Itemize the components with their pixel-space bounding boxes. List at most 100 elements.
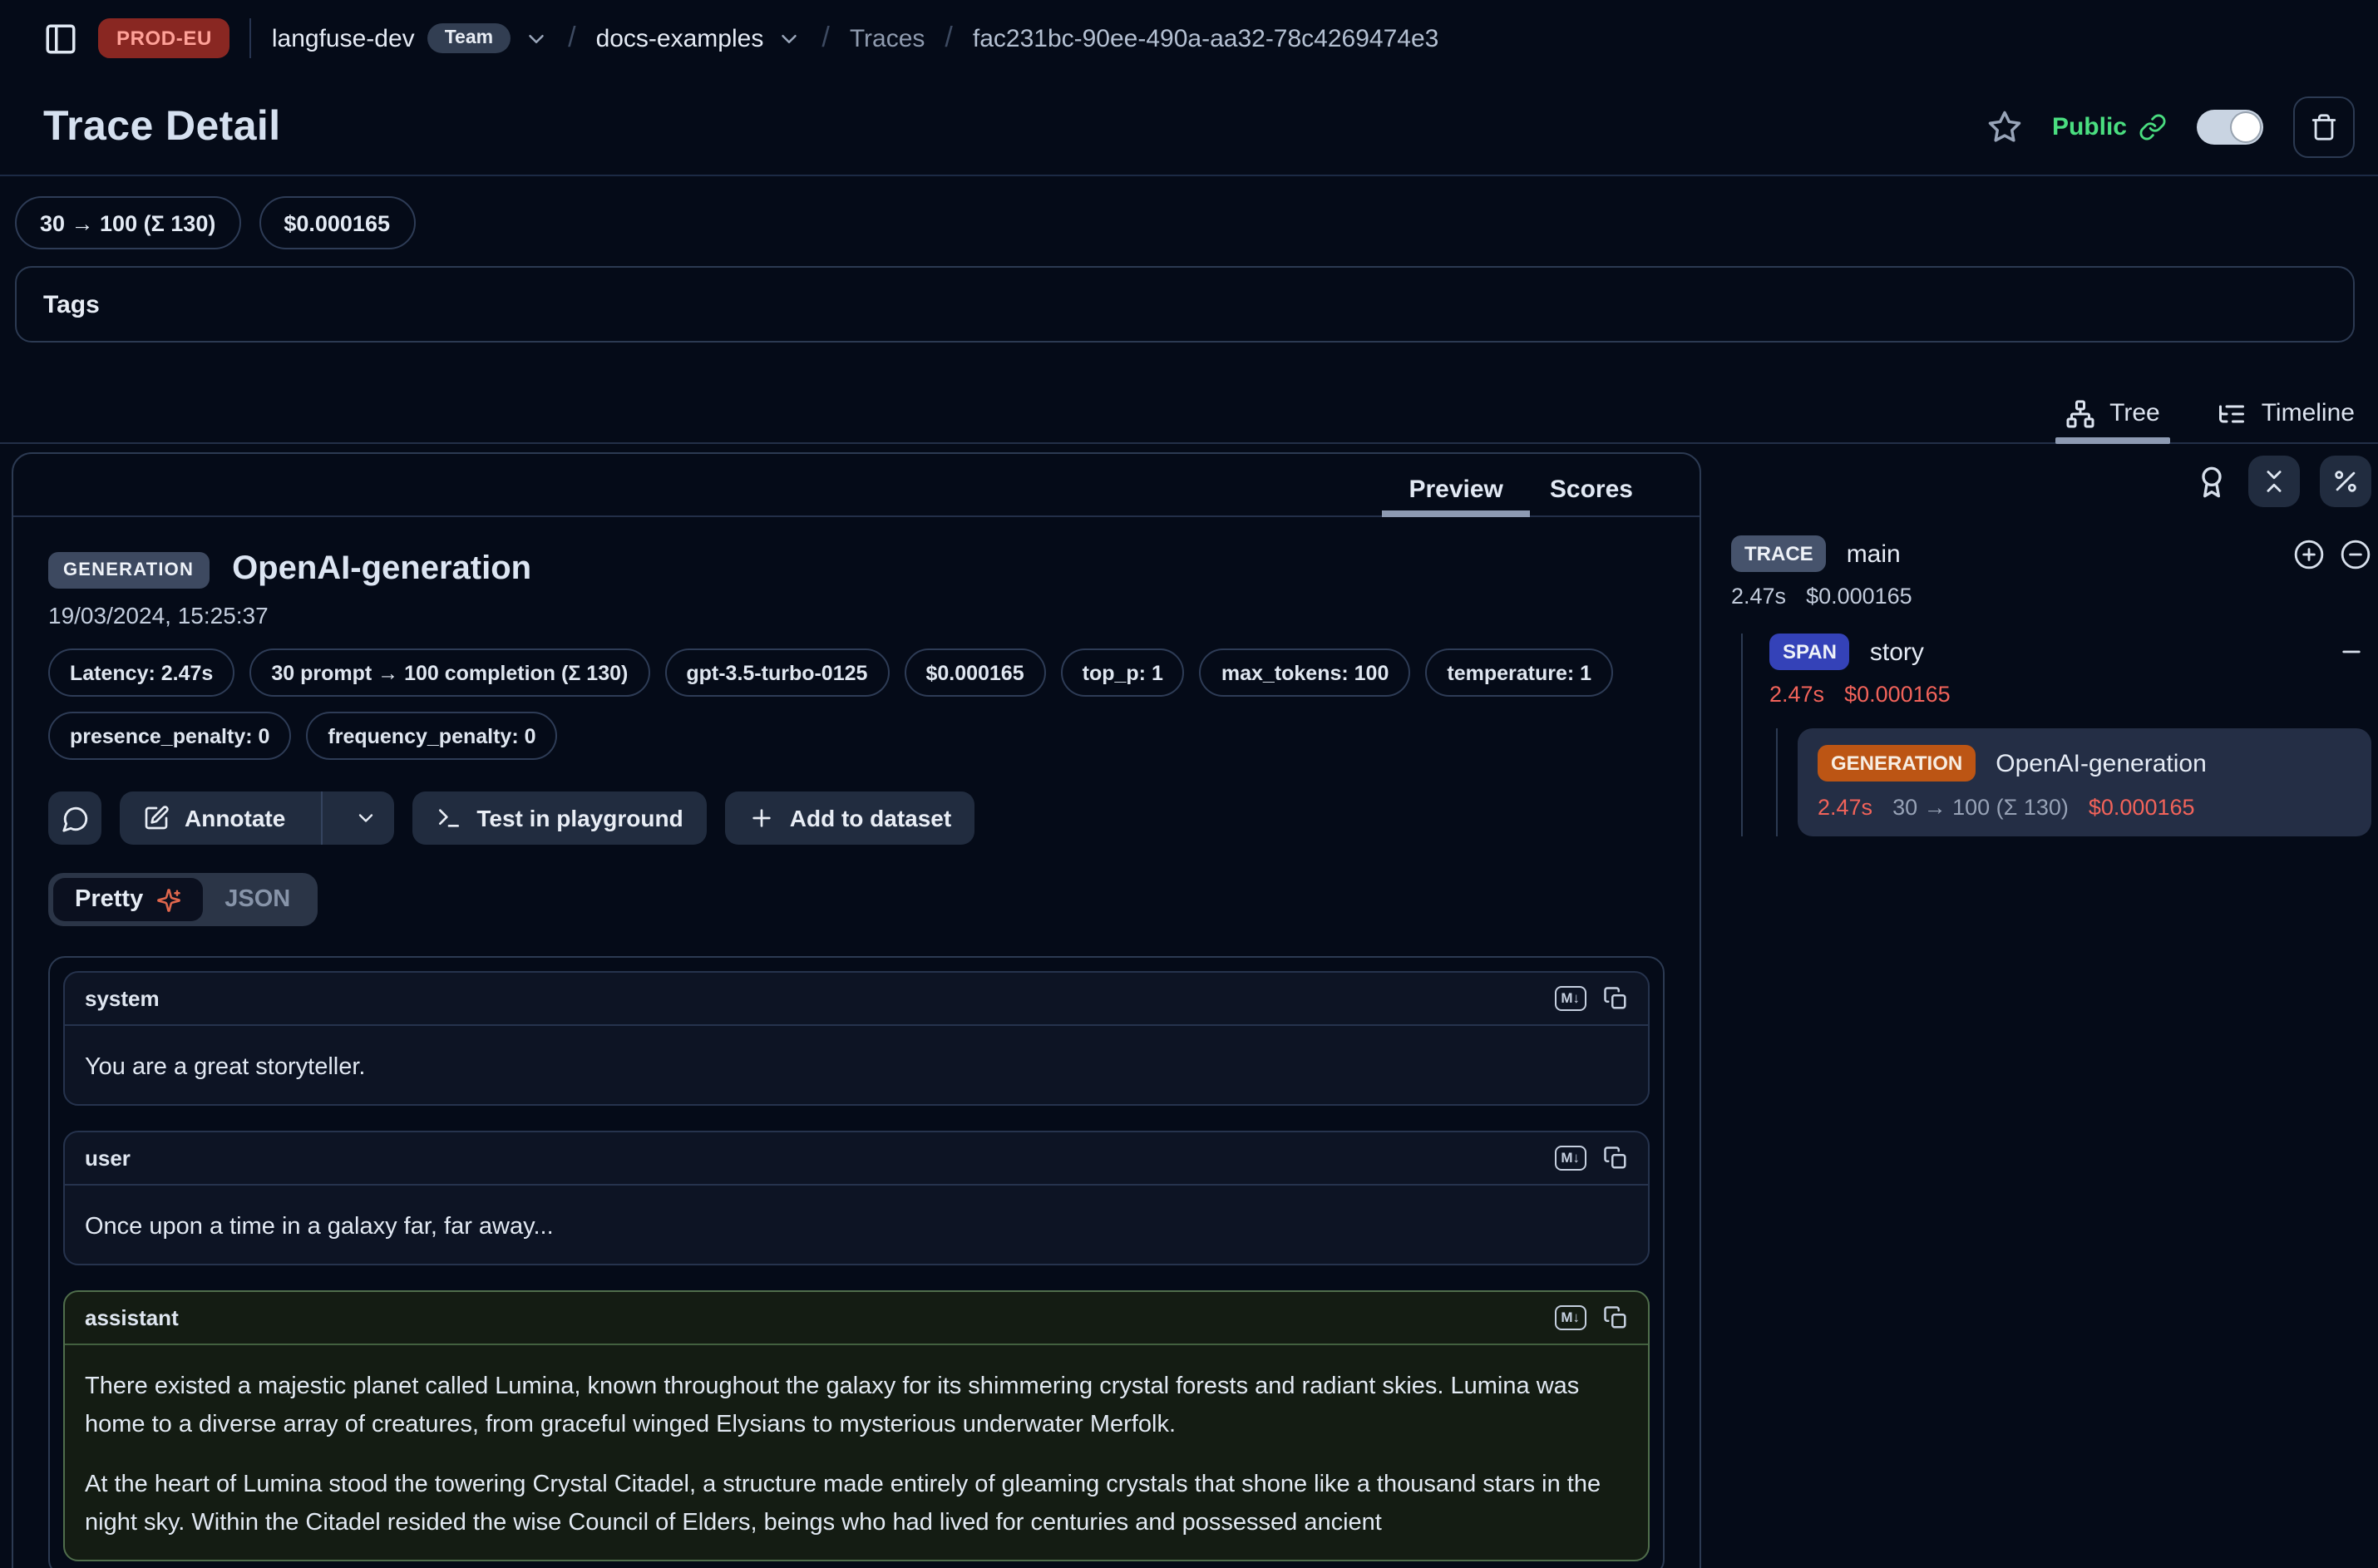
comment-icon xyxy=(61,804,89,832)
tab-scores[interactable]: Scores xyxy=(1550,464,1633,515)
page-title: Trace Detail xyxy=(43,102,281,150)
tab-timeline-label: Timeline xyxy=(2262,399,2355,427)
format-toggle: Pretty JSON xyxy=(48,873,317,926)
observation-type-badge: GENERATION xyxy=(48,551,209,588)
generation-type-badge: GENERATION xyxy=(1818,745,1976,782)
span-name: story xyxy=(1870,638,1924,666)
breadcrumb-separator: / xyxy=(568,22,575,55)
span-cost: $0.000165 xyxy=(1844,682,1951,707)
collapse-all-button[interactable] xyxy=(2248,456,2300,507)
model-badge: gpt-3.5-turbo-0125 xyxy=(664,648,889,697)
message-content-paragraph: There existed a majestic planet called L… xyxy=(85,1368,1628,1446)
tree-node-trace[interactable]: TRACE main xyxy=(1731,535,2371,572)
star-bookmark-button[interactable] xyxy=(1987,109,2022,144)
expand-all-icon[interactable] xyxy=(2293,538,2325,570)
observation-panel: Preview Scores GENERATION OpenAI-generat… xyxy=(12,452,1701,1568)
breadcrumb-divider xyxy=(250,18,252,58)
trace-detail-page: PROD-EU langfuse-dev Team / docs-example… xyxy=(0,0,2378,1568)
action-buttons: Annotate Test in playground Add to data xyxy=(48,791,1665,845)
generation-latency: 2.47s xyxy=(1818,795,1872,820)
trace-cost: $0.000165 xyxy=(1806,584,1912,609)
markdown-toggle-icon[interactable]: M↓ xyxy=(1554,1146,1586,1170)
breadcrumb: PROD-EU langfuse-dev Team / docs-example… xyxy=(0,0,2378,76)
show-percentages-button[interactable] xyxy=(2320,456,2371,507)
message-content: Once upon a time in a galaxy far, far aw… xyxy=(65,1186,1648,1265)
org-name: langfuse-dev xyxy=(272,24,415,52)
message-content-paragraph: At the heart of Lumina stood the towerin… xyxy=(85,1467,1628,1545)
timeline-list-icon xyxy=(2217,398,2247,428)
trace-tree-panel: TRACE main 2.47s $0.000165 SPAN xyxy=(1701,452,2378,1568)
observation-badges-row1: Latency: 2.47s 30 prompt → 100 completio… xyxy=(48,648,1665,697)
markdown-toggle-icon[interactable]: M↓ xyxy=(1554,987,1586,1011)
observation-title: OpenAI-generation xyxy=(232,550,531,589)
format-pretty-option[interactable]: Pretty xyxy=(53,878,203,921)
public-share-link[interactable]: Public xyxy=(2052,112,2167,141)
message-system: system M↓ You are a great storyteller. xyxy=(63,971,1650,1106)
markdown-toggle-icon[interactable]: M↓ xyxy=(1554,1305,1586,1329)
public-toggle[interactable] xyxy=(2197,109,2263,144)
content-area: Preview Scores GENERATION OpenAI-generat… xyxy=(0,452,2378,1568)
org-selector[interactable]: langfuse-dev Team xyxy=(272,23,548,53)
message-role-label: system xyxy=(85,986,160,1011)
comment-button[interactable] xyxy=(48,791,101,845)
tab-tree[interactable]: Tree xyxy=(2061,384,2163,442)
span-metrics: 2.47s $0.000165 xyxy=(1769,682,2371,707)
tags-container[interactable]: Tags xyxy=(15,266,2355,343)
frequency-penalty-badge: frequency_penalty: 0 xyxy=(306,712,557,760)
copy-icon[interactable] xyxy=(1603,1146,1628,1171)
annotate-dropdown-toggle[interactable] xyxy=(337,791,393,845)
view-tabs: Tree Timeline xyxy=(0,384,2378,444)
max-tokens-badge: max_tokens: 100 xyxy=(1200,648,1411,697)
page-header: Trace Detail Public xyxy=(0,76,2378,166)
link-icon xyxy=(2139,112,2167,141)
observation-detail: GENERATION OpenAI-generation 19/03/2024,… xyxy=(13,517,1700,1568)
test-in-playground-button[interactable]: Test in playground xyxy=(412,791,706,845)
add-to-dataset-button[interactable]: Add to dataset xyxy=(725,791,974,845)
project-selector[interactable]: docs-examples xyxy=(596,24,802,52)
observation-timestamp: 19/03/2024, 15:25:37 xyxy=(48,602,1665,629)
tab-preview[interactable]: Preview xyxy=(1409,464,1502,515)
message-role-label: assistant xyxy=(85,1305,179,1330)
observation-badges-row2: presence_penalty: 0 frequency_penalty: 0 xyxy=(48,712,1665,760)
copy-icon[interactable] xyxy=(1603,986,1628,1011)
span-latency: 2.47s xyxy=(1769,682,1824,707)
tab-timeline[interactable]: Timeline xyxy=(2213,384,2358,442)
tags-label: Tags xyxy=(43,290,100,318)
toggle-knob xyxy=(2232,112,2260,141)
sidebar-toggle-icon[interactable] xyxy=(43,21,78,56)
panel-tabs: Preview Scores xyxy=(13,454,1700,517)
percent-icon xyxy=(2331,467,2360,496)
minus-collapse-icon[interactable] xyxy=(2338,639,2371,665)
terminal-icon xyxy=(435,805,461,831)
edit-pen-icon xyxy=(143,805,170,831)
collapse-node-icon[interactable] xyxy=(2340,538,2371,570)
breadcrumb-separator: / xyxy=(821,22,829,55)
annotate-button[interactable]: Annotate xyxy=(120,791,393,845)
cost-badge: $0.000165 xyxy=(259,196,415,249)
add-to-dataset-label: Add to dataset xyxy=(790,805,951,831)
trace-name: main xyxy=(1847,540,1901,568)
sparkles-icon xyxy=(156,887,181,912)
breadcrumb-traces-link[interactable]: Traces xyxy=(850,24,925,52)
pretty-label: Pretty xyxy=(75,886,143,913)
award-scores-icon[interactable] xyxy=(2195,465,2228,498)
generation-tokens: 30 → 100 (Σ 130) xyxy=(1892,795,2069,820)
project-name: docs-examples xyxy=(596,24,764,52)
token-usage-badge: 30 → 100 (Σ 130) xyxy=(15,196,240,249)
message-user: user M↓ Once upon a time in a galaxy far… xyxy=(63,1131,1650,1265)
tree-node-generation-selected[interactable]: GENERATION OpenAI-generation 2.47s 30 → … xyxy=(1798,728,2371,836)
tree-node-span[interactable]: SPAN story xyxy=(1769,634,2371,670)
trace-badges: 30 → 100 (Σ 130) $0.000165 xyxy=(0,176,2378,249)
messages-container: system M↓ You are a great storyteller. xyxy=(48,956,1665,1568)
copy-icon[interactable] xyxy=(1603,1305,1628,1330)
chevrons-down-up-icon xyxy=(2260,467,2288,496)
format-json-option[interactable]: JSON xyxy=(203,878,312,921)
annotate-label: Annotate xyxy=(185,805,285,831)
delete-trace-button[interactable] xyxy=(2293,96,2355,157)
trace-type-badge: TRACE xyxy=(1731,535,1827,572)
chevron-down-icon xyxy=(523,26,548,51)
trash-icon xyxy=(2310,112,2338,141)
environment-badge: PROD-EU xyxy=(98,18,230,58)
top-p-badge: top_p: 1 xyxy=(1061,648,1185,697)
tab-tree-label: Tree xyxy=(2109,399,2160,427)
